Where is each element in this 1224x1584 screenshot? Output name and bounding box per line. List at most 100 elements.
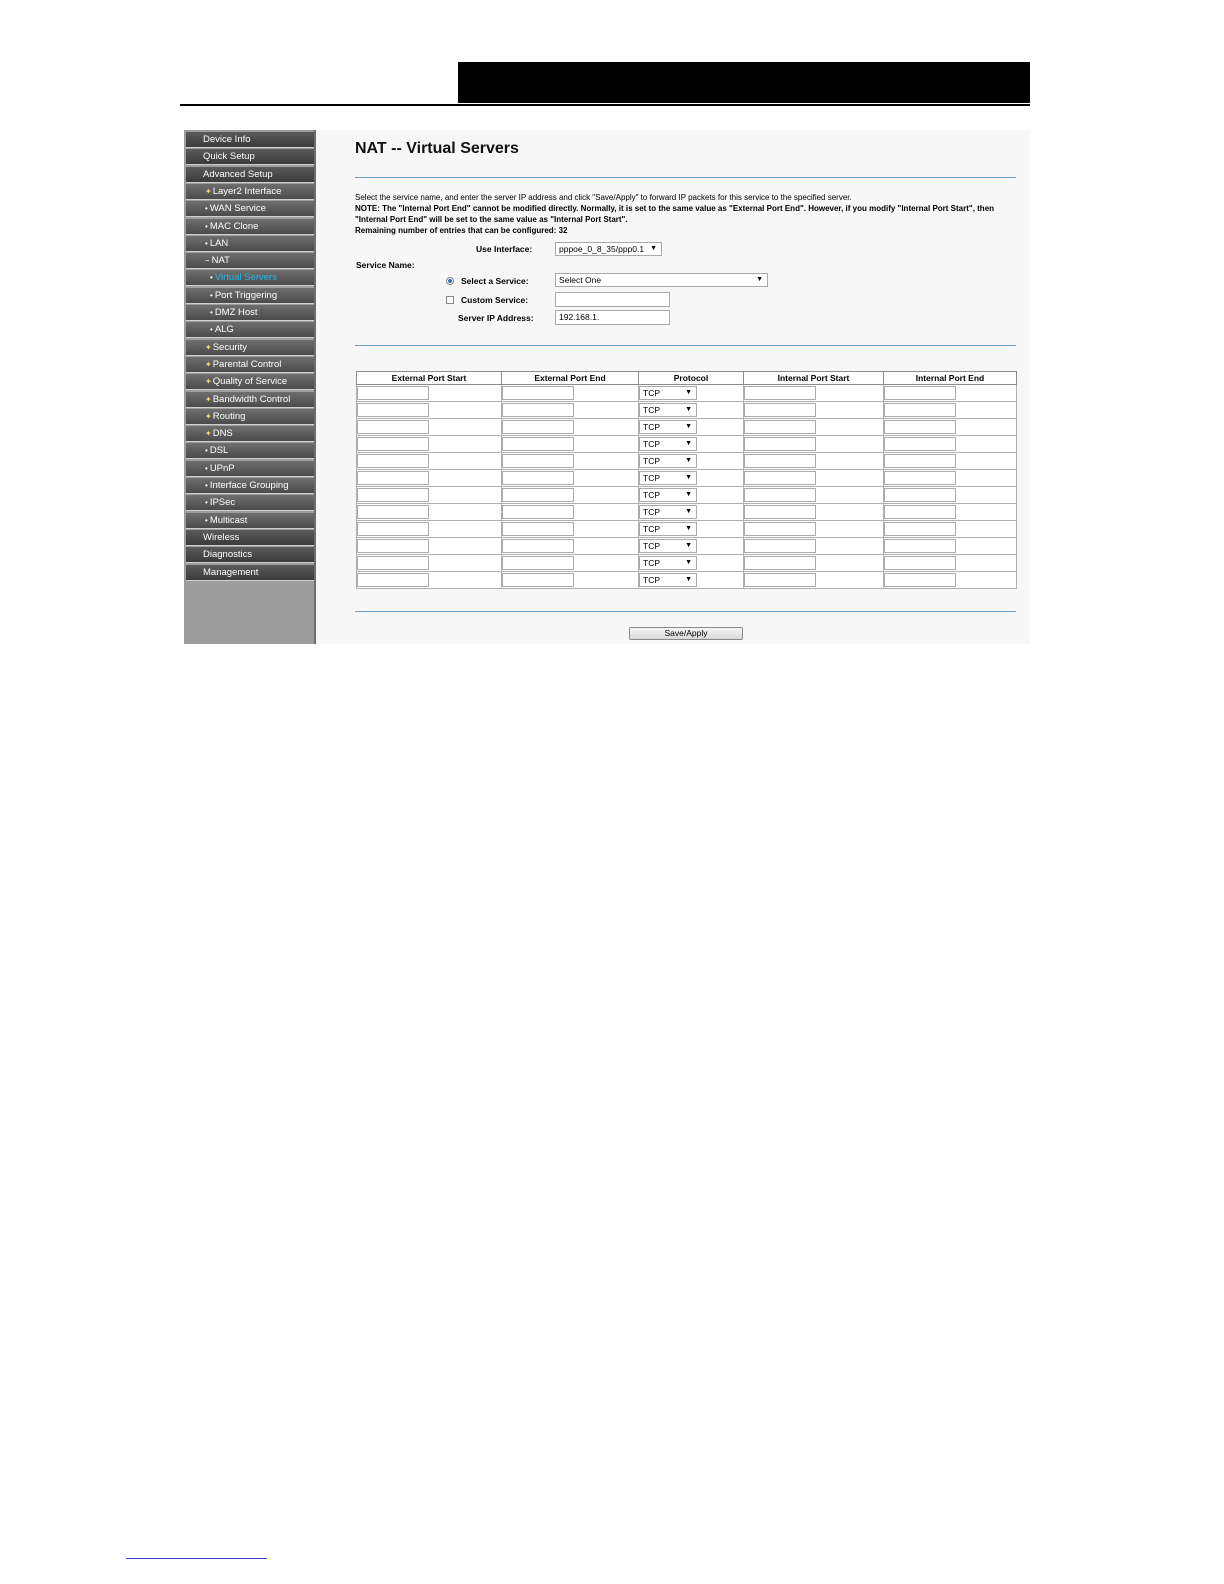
- sidebar-item-lan[interactable]: • LAN: [186, 235, 314, 252]
- sidebar-item-ipsec[interactable]: • IPSec: [186, 495, 314, 512]
- custom-service-input[interactable]: [555, 292, 670, 307]
- protocol-select[interactable]: TCP ▼: [639, 403, 697, 417]
- internal-port-start-input[interactable]: [744, 488, 816, 502]
- external-port-start-input[interactable]: [357, 556, 429, 570]
- external-port-end-cell: [501, 435, 639, 453]
- protocol-select[interactable]: TCP ▼: [639, 386, 697, 400]
- sidebar-item-nat[interactable]: − NAT: [186, 253, 314, 270]
- sidebar-item-device-info[interactable]: Device Info: [186, 132, 314, 148]
- sidebar-item-label: Quality of Service: [212, 376, 288, 388]
- use-interface-select[interactable]: pppoe_0_8_35/ppp0.1 ▼: [555, 242, 662, 256]
- sidebar-item-interface-grouping[interactable]: • Interface Grouping: [186, 478, 314, 494]
- external-port-start-cell: [356, 469, 502, 487]
- protocol-select[interactable]: TCP ▼: [639, 573, 697, 587]
- sidebar-item-parental-control[interactable]: ✦Parental Control: [186, 356, 314, 373]
- external-port-start-input[interactable]: [357, 573, 429, 587]
- sidebar-item-security[interactable]: ✦Security: [186, 339, 314, 356]
- sidebar-item-upnp[interactable]: • UPnP: [186, 460, 314, 477]
- custom-service-checkbox[interactable]: [446, 296, 454, 304]
- external-port-start-input[interactable]: [357, 505, 429, 519]
- external-port-end-input[interactable]: [502, 386, 574, 400]
- external-port-end-input[interactable]: [502, 437, 574, 451]
- sidebar-item-advanced-setup[interactable]: Advanced Setup: [186, 166, 314, 183]
- sidebar-item-quality-of-service[interactable]: ✦Quality of Service: [186, 374, 314, 391]
- internal-port-end-input: [884, 522, 956, 536]
- internal-port-start-input[interactable]: [744, 437, 816, 451]
- external-port-start-input[interactable]: [357, 454, 429, 468]
- external-port-start-input[interactable]: [357, 437, 429, 451]
- sidebar-item-bandwidth-control[interactable]: ✦Bandwidth Control: [186, 391, 314, 408]
- server-ip-input[interactable]: 192.168.1.: [555, 310, 670, 325]
- external-port-start-input[interactable]: [357, 420, 429, 434]
- external-port-end-input[interactable]: [502, 522, 574, 536]
- internal-port-start-input[interactable]: [744, 403, 816, 417]
- save-apply-button[interactable]: Save/Apply: [629, 627, 743, 640]
- protocol-select[interactable]: TCP ▼: [639, 522, 697, 536]
- protocol-select[interactable]: TCP ▼: [639, 505, 697, 519]
- sidebar-item-quick-setup[interactable]: Quick Setup: [186, 149, 314, 166]
- sidebar-item-management[interactable]: Management: [186, 564, 314, 581]
- protocol-select[interactable]: TCP ▼: [639, 454, 697, 468]
- select-service-radio[interactable]: [446, 277, 454, 285]
- external-port-start-cell: [356, 571, 502, 589]
- sidebar-item-multicast[interactable]: • Multicast: [186, 512, 314, 529]
- external-port-end-input[interactable]: [502, 556, 574, 570]
- external-port-start-input[interactable]: [357, 539, 429, 553]
- protocol-select[interactable]: TCP ▼: [639, 437, 697, 451]
- external-port-end-input[interactable]: [502, 488, 574, 502]
- sidebar-item-wireless[interactable]: Wireless: [186, 529, 314, 546]
- external-port-end-input[interactable]: [502, 454, 574, 468]
- select-service-dropdown[interactable]: Select One ▼: [555, 273, 768, 287]
- internal-port-start-input[interactable]: [744, 505, 816, 519]
- protocol-select[interactable]: TCP ▼: [639, 488, 697, 502]
- internal-port-start-input[interactable]: [744, 420, 816, 434]
- collapse-icon: −: [205, 256, 210, 266]
- expand-icon: ✦: [205, 359, 212, 369]
- protocol-select[interactable]: TCP ▼: [639, 556, 697, 570]
- sidebar-item-layer2-interface[interactable]: ✦Layer2 Interface: [186, 183, 314, 200]
- sidebar-item-label: LAN: [209, 237, 229, 249]
- external-port-start-input[interactable]: [357, 386, 429, 400]
- sidebar-item-mac-clone[interactable]: • MAC Clone: [186, 218, 314, 235]
- internal-port-start-input[interactable]: [744, 573, 816, 587]
- chevron-down-icon: ▼: [756, 276, 763, 283]
- protocol-value: TCP: [643, 524, 660, 534]
- sidebar-item-dmz-host[interactable]: • DMZ Host: [186, 305, 314, 321]
- external-port-end-input[interactable]: [502, 573, 574, 587]
- external-port-end-input[interactable]: [502, 539, 574, 553]
- external-port-start-input[interactable]: [357, 522, 429, 536]
- sidebar-item-dns[interactable]: ✦DNS: [186, 426, 314, 443]
- external-port-end-input[interactable]: [502, 420, 574, 434]
- external-port-end-input[interactable]: [502, 403, 574, 417]
- header-external-port-end: External Port End: [501, 371, 639, 385]
- internal-port-start-input[interactable]: [744, 556, 816, 570]
- internal-port-start-cell: [743, 418, 884, 436]
- bullet-icon: •: [205, 463, 208, 473]
- external-port-end-input[interactable]: [502, 505, 574, 519]
- external-port-start-input[interactable]: [357, 471, 429, 485]
- protocol-value: TCP: [643, 507, 660, 517]
- internal-port-start-input[interactable]: [744, 471, 816, 485]
- external-port-start-input[interactable]: [357, 488, 429, 502]
- expand-icon: ✦: [205, 429, 212, 439]
- sidebar-item-routing[interactable]: ✦Routing: [186, 408, 314, 425]
- protocol-select[interactable]: TCP ▼: [639, 471, 697, 485]
- protocol-select[interactable]: TCP ▼: [639, 539, 697, 553]
- sidebar-item-label: Interface Grouping: [209, 480, 289, 491]
- protocol-select[interactable]: TCP ▼: [639, 420, 697, 434]
- external-port-end-input[interactable]: [502, 471, 574, 485]
- table-row: TCP ▼: [356, 418, 1017, 436]
- sidebar-item-alg[interactable]: • ALG: [186, 322, 314, 339]
- sidebar-item-virtual-servers[interactable]: • Virtual Servers: [186, 270, 314, 287]
- internal-port-start-input[interactable]: [744, 386, 816, 400]
- sidebar-item-diagnostics[interactable]: Diagnostics: [186, 547, 314, 564]
- sidebar-item-dsl[interactable]: • DSL: [186, 443, 314, 460]
- sidebar-item-port-triggering[interactable]: • Port Triggering: [186, 287, 314, 304]
- internal-port-start-input[interactable]: [744, 454, 816, 468]
- internal-port-start-input[interactable]: [744, 539, 816, 553]
- footer-link-underline: [126, 1558, 267, 1559]
- internal-port-end-cell: [883, 401, 1017, 419]
- internal-port-start-input[interactable]: [744, 522, 816, 536]
- external-port-start-input[interactable]: [357, 403, 429, 417]
- sidebar-item-wan-service[interactable]: • WAN Service: [186, 201, 314, 218]
